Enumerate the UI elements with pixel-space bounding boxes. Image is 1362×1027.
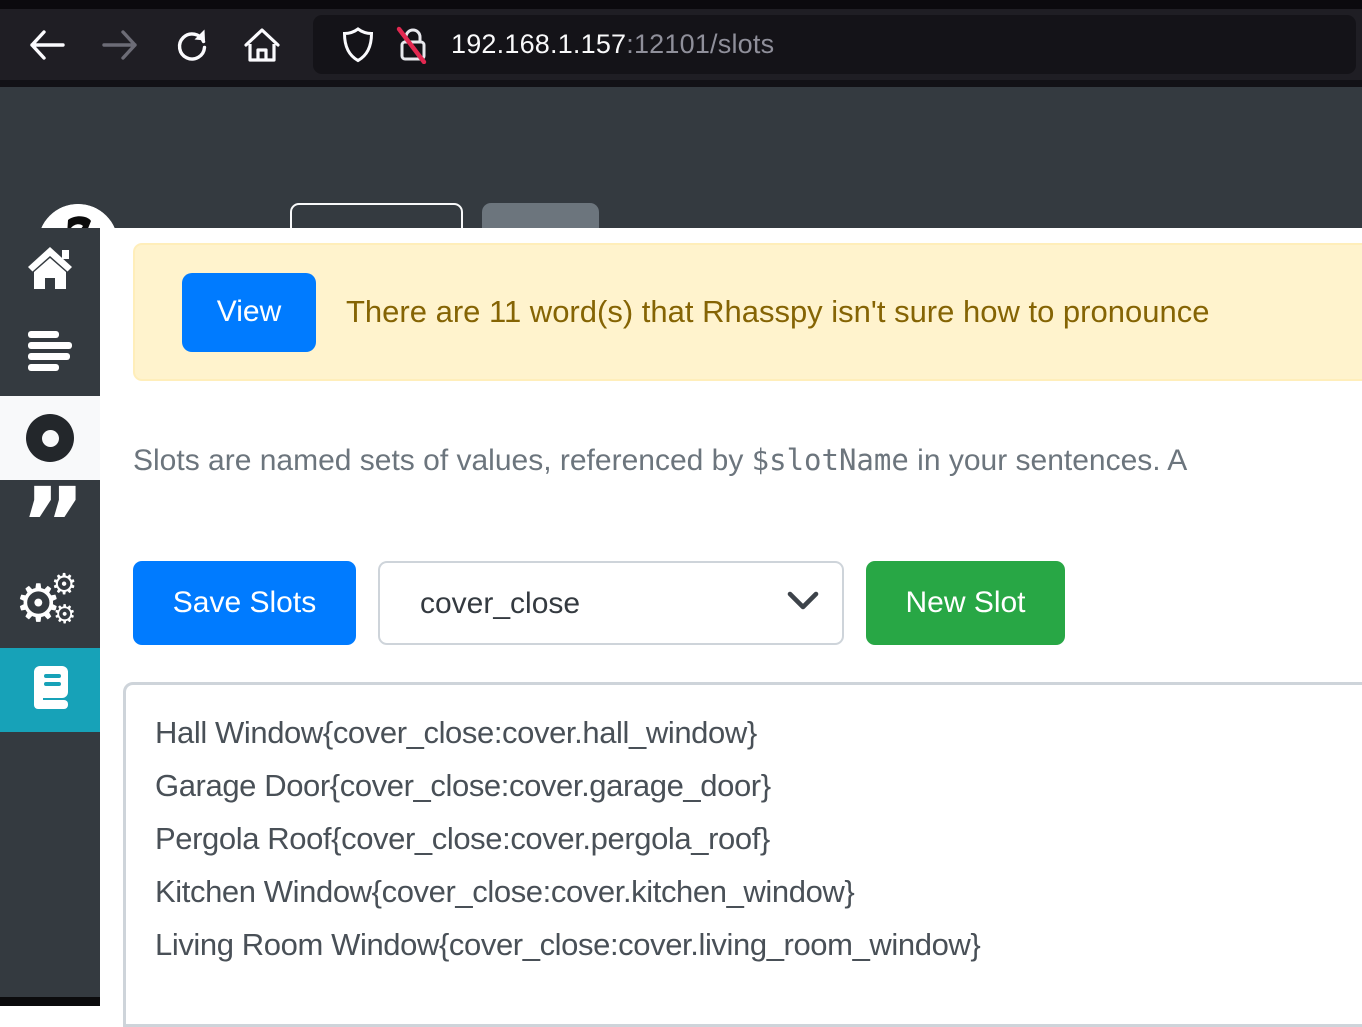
intro-before: Slots are named sets of values, referenc… (133, 444, 752, 477)
slots-intro-text: Slots are named sets of values, referenc… (133, 443, 1187, 478)
browser-chrome: 192.168.1.157:12101/slots (0, 0, 1362, 87)
app-header: 2.5.11 Slots Log (0, 87, 1362, 228)
back-button[interactable] (19, 17, 75, 73)
slot-editor-textarea[interactable]: Hall Window{cover_close:cover.hall_windo… (123, 682, 1362, 1027)
slotname-code: $slotName (752, 443, 909, 477)
slot-select[interactable]: cover_close (378, 561, 844, 645)
back-arrow-icon (27, 28, 67, 62)
pronounce-warning-banner: View There are 11 word(s) that Rhasspy i… (133, 243, 1362, 381)
sidebar-item-quotes[interactable]: ” (0, 480, 100, 564)
sidebar-item-settings[interactable]: ⚙ ⚙ ⚙ (0, 564, 100, 648)
sentences-align-icon (27, 331, 73, 378)
url-text: 192.168.1.157:12101/slots (451, 29, 774, 60)
sidebar-item-slots[interactable] (0, 648, 100, 732)
sidebar-item-home[interactable] (0, 228, 100, 312)
sidebar-item-sentences[interactable] (0, 312, 100, 396)
view-button[interactable]: View (182, 273, 316, 352)
reload-icon (173, 26, 211, 64)
url-path: :12101/slots (626, 29, 774, 59)
url-bar[interactable]: 192.168.1.157:12101/slots (313, 15, 1356, 74)
insecure-lock-icon[interactable] (385, 25, 439, 65)
settings-gears-icon: ⚙ ⚙ ⚙ (21, 578, 79, 634)
new-slot-button[interactable]: New Slot (866, 561, 1065, 645)
quotes-icon: ” (20, 525, 80, 565)
intro-after: in your sentences. A (909, 444, 1188, 477)
sidebar: ” ⚙ ⚙ ⚙ (0, 228, 100, 1006)
window-bottom-edge (0, 997, 100, 1006)
browser-home-button[interactable] (234, 17, 290, 73)
shield-icon[interactable] (331, 25, 385, 65)
slot-select-wrap: cover_close (378, 561, 844, 645)
home-icon (25, 245, 75, 296)
home-icon (242, 26, 282, 64)
record-icon (26, 414, 74, 462)
forward-button[interactable] (92, 17, 148, 73)
save-slots-button[interactable]: Save Slots (133, 561, 356, 645)
warning-message: There are 11 word(s) that Rhasspy isn't … (346, 294, 1209, 330)
forward-arrow-icon (100, 28, 140, 62)
slots-book-icon (25, 664, 75, 717)
url-host: 192.168.1.157 (451, 29, 626, 59)
reload-button[interactable] (164, 17, 220, 73)
